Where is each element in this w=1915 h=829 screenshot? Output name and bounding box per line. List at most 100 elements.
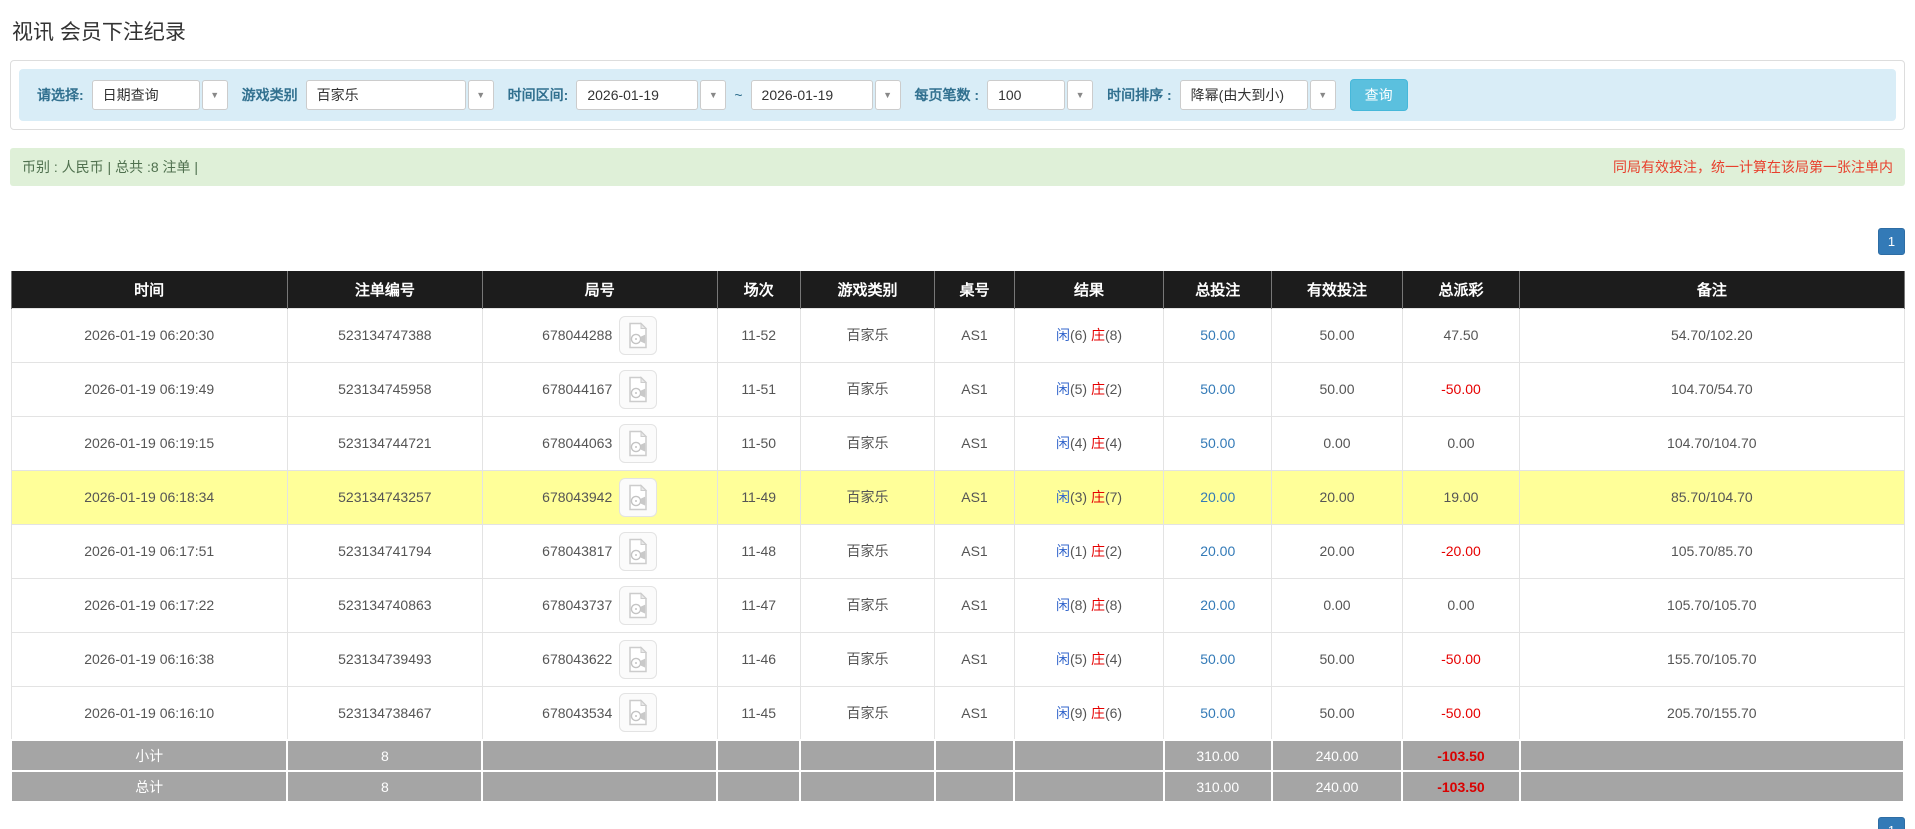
game-type: 百家乐 bbox=[846, 381, 889, 397]
total-bet-link[interactable]: 50.00 bbox=[1200, 435, 1235, 451]
date-from-picker[interactable]: 2026-01-19 ▼ bbox=[576, 80, 727, 110]
time-sort-value[interactable]: 降幂(由大到小) bbox=[1179, 80, 1308, 110]
query-type-select[interactable]: 日期查询 ▼ bbox=[91, 80, 228, 110]
page-size-value[interactable]: 100 bbox=[987, 80, 1066, 110]
remark-cell: 105.70/105.70 bbox=[1519, 577, 1905, 633]
page-button-1[interactable]: 1 bbox=[1878, 228, 1905, 255]
total-bet-link[interactable]: 50.00 bbox=[1200, 705, 1235, 721]
video-playback-button[interactable] bbox=[619, 369, 658, 409]
video-playback-button[interactable] bbox=[619, 693, 658, 733]
time-cell: 2026-01-19 06:18:34 bbox=[10, 469, 288, 525]
empty-cell bbox=[716, 739, 802, 772]
table-number: AS1 bbox=[961, 381, 988, 397]
total-bet-cell: 20.00 bbox=[1163, 577, 1273, 633]
video-playback-button[interactable] bbox=[619, 531, 658, 571]
page-button-1[interactable]: 1 bbox=[1878, 817, 1905, 829]
result-banker-label: 庄 bbox=[1090, 597, 1105, 613]
column-header: 总派彩 bbox=[1401, 271, 1521, 308]
total-total-bet-cell: 310.00 bbox=[1162, 770, 1273, 803]
time-sort-select[interactable]: 降幂(由大到小) ▼ bbox=[1179, 80, 1336, 110]
empty-cell bbox=[481, 739, 719, 772]
round-cell-td: 678043622 bbox=[481, 631, 718, 687]
table-no-cell: AS1 bbox=[934, 685, 1015, 741]
payout-cell: 0.00 bbox=[1401, 577, 1521, 633]
currency-total-text: 币别 : 人民币 | 总共 :8 注单 | bbox=[22, 159, 199, 175]
total-bet-link[interactable]: 50.00 bbox=[1200, 381, 1235, 397]
round-number: 678043942 bbox=[542, 489, 613, 505]
empty-cell bbox=[799, 770, 936, 803]
bet-id-cell: 523134747388 bbox=[286, 307, 483, 363]
date-to-value[interactable]: 2026-01-19 bbox=[750, 80, 873, 110]
bet-id-cell: 523134738467 bbox=[286, 685, 483, 741]
table-no-cell: AS1 bbox=[934, 577, 1015, 633]
valid-bet-cell: 0.00 bbox=[1271, 577, 1403, 633]
bet-time: 2026-01-19 06:17:22 bbox=[84, 597, 215, 613]
chevron-down-icon[interactable]: ▼ bbox=[874, 80, 901, 110]
chevron-down-icon[interactable]: ▼ bbox=[1067, 80, 1094, 110]
bet-id-cell: 523134743257 bbox=[286, 469, 483, 525]
video-icon bbox=[629, 375, 648, 402]
video-playback-button[interactable] bbox=[619, 585, 658, 625]
currency-summary-bar: 币别 : 人民币 | 总共 :8 注单 | 同局有效投注，统一计算在该局第一张注… bbox=[10, 148, 1905, 186]
game-type-value[interactable]: 百家乐 bbox=[305, 80, 466, 110]
video-icon bbox=[629, 483, 648, 510]
total-bet-link[interactable]: 50.00 bbox=[1200, 327, 1235, 343]
total-bet-link[interactable]: 20.00 bbox=[1200, 489, 1235, 505]
date-from-value[interactable]: 2026-01-19 bbox=[576, 80, 699, 110]
column-header: 备注 bbox=[1519, 271, 1905, 308]
date-to-picker[interactable]: 2026-01-19 ▼ bbox=[750, 80, 901, 110]
chevron-down-icon[interactable]: ▼ bbox=[1309, 80, 1336, 110]
payout-cell: -50.00 bbox=[1401, 361, 1521, 417]
bet-id-cell: 523134740863 bbox=[286, 577, 483, 633]
table-no-cell: AS1 bbox=[934, 307, 1015, 363]
bet-time: 2026-01-19 06:19:49 bbox=[84, 381, 215, 397]
column-header: 结果 bbox=[1013, 271, 1165, 308]
query-type-value[interactable]: 日期查询 bbox=[91, 80, 200, 110]
session-cell: 11-49 bbox=[716, 469, 801, 525]
game-type-label: 游戏类别 bbox=[241, 87, 298, 103]
column-header: 有效投注 bbox=[1271, 271, 1403, 308]
subtotal-payout: -103.50 bbox=[1437, 747, 1485, 764]
game-type-select[interactable]: 百家乐 ▼ bbox=[305, 80, 494, 110]
video-playback-button[interactable] bbox=[619, 477, 658, 517]
result-banker-score: (4) bbox=[1104, 435, 1123, 451]
search-button[interactable]: 查询 bbox=[1349, 79, 1408, 111]
total-bet-link[interactable]: 20.00 bbox=[1200, 597, 1235, 613]
bet-id: 523134744721 bbox=[338, 435, 432, 451]
total-bet-link[interactable]: 50.00 bbox=[1200, 651, 1235, 667]
result-player-label: 闲 bbox=[1055, 327, 1070, 343]
round-cell: 678043737 bbox=[542, 585, 658, 625]
result-banker-label: 庄 bbox=[1090, 381, 1105, 397]
remark-cell: 85.70/104.70 bbox=[1519, 469, 1905, 525]
chevron-down-icon[interactable]: ▼ bbox=[467, 80, 494, 110]
subtotal-count-cell: 8 bbox=[286, 739, 484, 772]
round-number: 678043622 bbox=[542, 651, 613, 667]
column-header: 时间 bbox=[10, 271, 288, 308]
valid-bet: 50.00 bbox=[1319, 381, 1355, 397]
video-icon bbox=[629, 321, 648, 348]
bet-id: 523134745958 bbox=[338, 381, 432, 397]
video-playback-button[interactable] bbox=[619, 315, 658, 355]
session-number: 11-50 bbox=[741, 435, 777, 451]
bet-id: 523134743257 bbox=[338, 489, 432, 505]
video-playback-button[interactable] bbox=[619, 423, 658, 463]
video-playback-button[interactable] bbox=[619, 639, 658, 679]
page-size-select[interactable]: 100 ▼ bbox=[987, 80, 1094, 110]
session-number: 11-49 bbox=[741, 489, 777, 505]
payout: 19.00 bbox=[1443, 489, 1479, 505]
round-number: 678043737 bbox=[542, 597, 613, 613]
remark-balance: 85.70/104.70 bbox=[1670, 489, 1753, 505]
chevron-down-icon[interactable]: ▼ bbox=[700, 80, 727, 110]
empty-cell bbox=[1013, 770, 1165, 803]
bet-id: 523134739493 bbox=[338, 651, 432, 667]
session-cell: 11-47 bbox=[716, 577, 801, 633]
valid-bet: 0.00 bbox=[1323, 597, 1351, 613]
empty-cell bbox=[716, 770, 802, 803]
valid-bet-cell: 20.00 bbox=[1271, 523, 1403, 579]
chevron-down-icon[interactable]: ▼ bbox=[201, 80, 228, 110]
result-banker-score: (8) bbox=[1104, 327, 1123, 343]
game-cell: 百家乐 bbox=[799, 523, 936, 579]
total-bet-link[interactable]: 20.00 bbox=[1200, 543, 1235, 559]
result-cell: 闲(5) 庄(4) bbox=[1013, 631, 1165, 687]
result-cell: 闲(9) 庄(6) bbox=[1013, 685, 1165, 741]
